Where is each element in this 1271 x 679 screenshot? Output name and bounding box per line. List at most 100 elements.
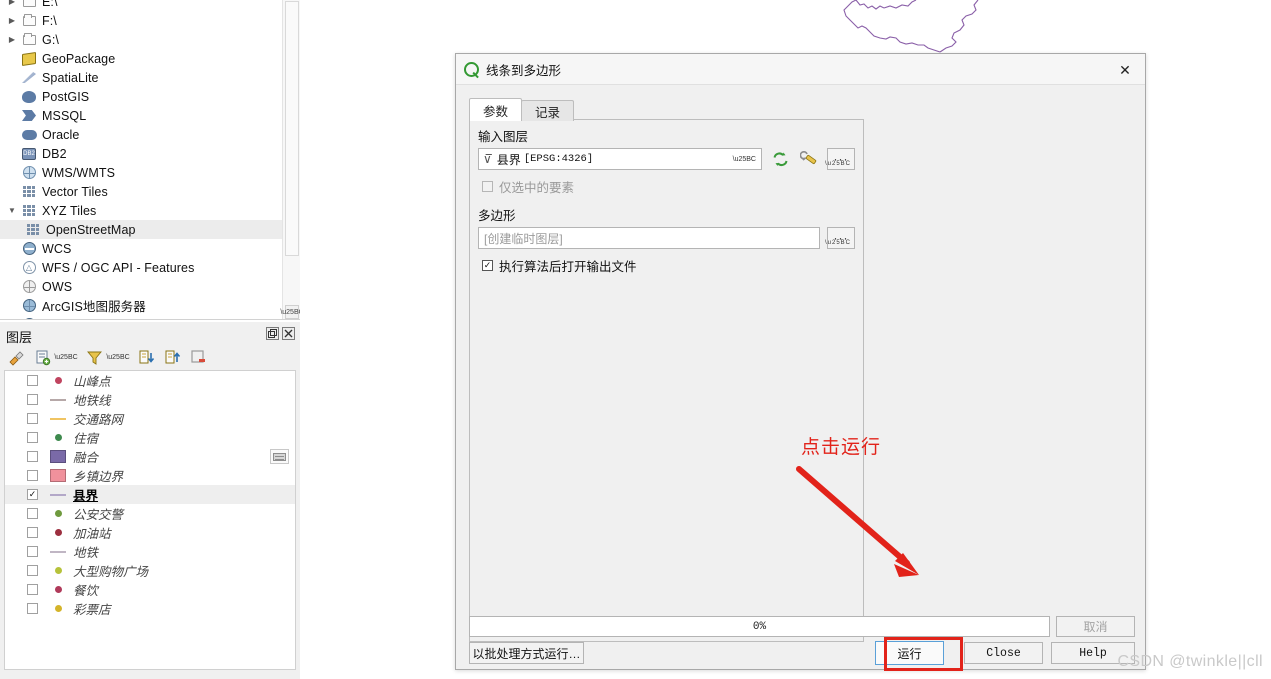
- filter-legend-icon[interactable]: [86, 349, 103, 366]
- chevron-down-icon[interactable]: [4, 206, 20, 215]
- filter-legend-expression-icon[interactable]: ε \u25BC: [106, 349, 129, 366]
- layer-name: 地铁: [73, 546, 99, 560]
- folder-icon: [20, 0, 38, 10]
- input-layer-crs: [EPSG:4326]: [523, 153, 594, 165]
- iterate-features-icon[interactable]: [769, 148, 791, 170]
- chevron-down-icon[interactable]: \u25BC: [825, 161, 851, 167]
- layer-row[interactable]: 大型购物广场: [5, 561, 295, 580]
- run-button[interactable]: 运行: [875, 641, 944, 665]
- browser-scrollbar-thumb[interactable]: [285, 1, 299, 256]
- cancel-button[interactable]: 取消: [1056, 616, 1135, 637]
- chevron-down-icon[interactable]: \u25BC: [106, 354, 129, 361]
- annotation-label: 点击运行: [801, 437, 882, 458]
- browser-item-label: Vector Tiles: [42, 184, 108, 199]
- layer-visibility-checkbox[interactable]: [27, 413, 38, 424]
- open-layer-styling-panel-icon[interactable]: [8, 349, 25, 366]
- layer-name: 加油站: [73, 527, 111, 541]
- layer-row[interactable]: 加油站: [5, 523, 295, 542]
- chevron-right-icon[interactable]: [4, 35, 20, 44]
- layer-visibility-checkbox[interactable]: [27, 394, 38, 405]
- manage-layer-visibility-icon[interactable]: \u25BC: [54, 349, 77, 366]
- layer-row[interactable]: 乡镇边界: [5, 466, 295, 485]
- layer-row[interactable]: ✓ 县界: [5, 485, 295, 504]
- dialog-tabs: 参数 记录: [469, 98, 575, 121]
- expand-all-icon[interactable]: [138, 349, 155, 366]
- layer-visibility-checkbox[interactable]: ✓: [27, 489, 38, 500]
- browser-item[interactable]: Oracle: [0, 125, 282, 144]
- layer-visibility-checkbox[interactable]: [27, 565, 38, 576]
- browser-item[interactable]: WMS/WMTS: [0, 163, 282, 182]
- browser-item[interactable]: XYZ Tiles: [0, 201, 282, 220]
- browser-item[interactable]: GeoPackage: [0, 49, 282, 68]
- qgis-window: E:\ F:\ G:\ GeoPackage SpatiaLite PostGIS MSSQ…: [0, 0, 1271, 679]
- layer-symbol-icon: [47, 529, 69, 536]
- postgis-icon: [20, 89, 38, 105]
- float-panel-button[interactable]: [266, 327, 279, 340]
- layer-row[interactable]: 餐饮: [5, 580, 295, 599]
- close-panel-button[interactable]: [282, 327, 295, 340]
- browser-item[interactable]: OpenStreetMap: [0, 220, 282, 239]
- chevron-right-icon[interactable]: [4, 0, 20, 6]
- browser-tree[interactable]: E:\ F:\ G:\ GeoPackage SpatiaLite PostGIS MSSQ…: [0, 0, 282, 320]
- browser-item[interactable]: G:\: [0, 30, 282, 49]
- browser-item[interactable]: F:\: [0, 11, 282, 30]
- layer-visibility-checkbox[interactable]: [27, 603, 38, 614]
- browser-item[interactable]: △ WFS / OGC API - Features: [0, 258, 282, 277]
- layer-row[interactable]: 交通路网: [5, 409, 295, 428]
- browser-item[interactable]: ArcGIS地图服务器: [0, 296, 282, 315]
- browser-item[interactable]: E:\: [0, 0, 282, 11]
- collapse-all-icon[interactable]: [164, 349, 181, 366]
- wrench-icon[interactable]: [798, 148, 820, 170]
- remove-layer-icon[interactable]: [190, 349, 207, 366]
- browser-scroll-down-arrow[interactable]: \u25BC: [280, 305, 300, 319]
- browser-scrollbar[interactable]: \u25BC: [280, 0, 300, 320]
- browser-item-label: WCS: [42, 241, 72, 256]
- layer-name: 彩票店: [73, 603, 111, 617]
- layer-row[interactable]: 融合: [5, 447, 295, 466]
- layer-chip-icon[interactable]: [270, 449, 289, 464]
- tab-parameters[interactable]: 参数: [469, 98, 523, 121]
- input-layer-select[interactable]: ∨̅ 县界 [EPSG:4326] \u25BC: [478, 148, 762, 170]
- browser-item[interactable]: MSSQL: [0, 106, 282, 125]
- browser-item[interactable]: SpatiaLite: [0, 68, 282, 87]
- layer-visibility-checkbox[interactable]: [27, 546, 38, 557]
- browser-item[interactable]: Vector Tiles: [0, 182, 282, 201]
- add-group-icon[interactable]: [34, 349, 51, 366]
- layer-row[interactable]: 地铁线: [5, 390, 295, 409]
- chevron-down-icon[interactable]: \u25BC: [733, 156, 756, 163]
- browser-item[interactable]: OWS: [0, 277, 282, 296]
- dialog-titlebar[interactable]: 线条到多边形: [456, 54, 1145, 85]
- selected-features-only-checkbox[interactable]: [482, 181, 493, 192]
- input-layer-browse-button[interactable]: ··· \u25BC: [825, 148, 855, 170]
- input-layer-row: ∨̅ 县界 [EPSG:4326] \u25BC ··· \u25BC: [478, 148, 855, 170]
- layer-visibility-checkbox[interactable]: [27, 375, 38, 386]
- layer-row[interactable]: 山峰点: [5, 371, 295, 390]
- layer-visibility-checkbox[interactable]: [27, 451, 38, 462]
- layer-visibility-checkbox[interactable]: [27, 432, 38, 443]
- spatialite-icon: [20, 70, 38, 86]
- output-browse-button[interactable]: ··· \u25BC: [825, 227, 855, 249]
- layer-row[interactable]: 地铁: [5, 542, 295, 561]
- layer-row[interactable]: 住宿: [5, 428, 295, 447]
- close-button[interactable]: Close: [964, 642, 1043, 664]
- layers-list[interactable]: 山峰点 地铁线 交通路网 住宿 融合 乡镇边界 ✓ 县界 公安交警加油站地铁 大型购物广场 餐饮彩票…: [4, 370, 296, 670]
- layer-visibility-checkbox[interactable]: [27, 470, 38, 481]
- chevron-down-icon[interactable]: \u25BC: [825, 240, 851, 246]
- layer-name: 山峰点: [73, 375, 111, 389]
- browser-item[interactable]: PostGIS: [0, 87, 282, 106]
- layer-visibility-checkbox[interactable]: [27, 584, 38, 595]
- layer-visibility-checkbox[interactable]: [27, 508, 38, 519]
- chevron-right-icon[interactable]: [4, 16, 20, 25]
- output-path-input[interactable]: [创建临时图层]: [478, 227, 820, 249]
- layer-visibility-checkbox[interactable]: [27, 527, 38, 538]
- tab-log[interactable]: 记录: [521, 100, 575, 121]
- close-icon[interactable]: ✕: [1111, 60, 1139, 80]
- layer-row[interactable]: 公安交警: [5, 504, 295, 523]
- run-as-batch-button[interactable]: 以批处理方式运行…: [469, 642, 584, 664]
- layer-row[interactable]: 彩票店: [5, 599, 295, 618]
- browser-item[interactable]: WCS: [0, 239, 282, 258]
- open-output-checkbox[interactable]: ✓: [482, 260, 493, 271]
- chevron-down-icon[interactable]: \u25BC: [54, 354, 77, 361]
- layer-symbol-icon: [47, 450, 69, 463]
- browser-item[interactable]: DB2 DB2: [0, 144, 282, 163]
